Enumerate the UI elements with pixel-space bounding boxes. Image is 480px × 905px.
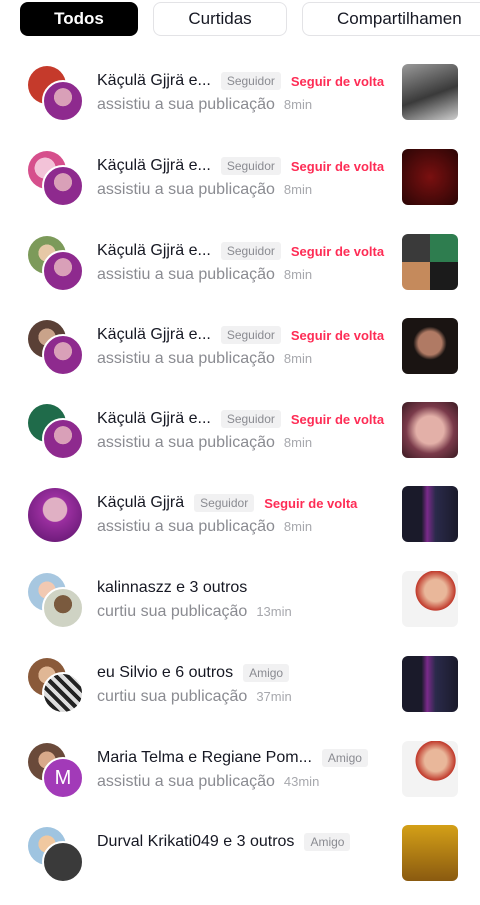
notification-row[interactable]: Käçulä Gjjrä e... Seguidor Seguir de vol… — [0, 314, 480, 398]
relationship-badge: Seguidor — [220, 326, 281, 344]
notification-action: assistiu a sua publicação — [97, 96, 275, 113]
relationship-badge: Amigo — [304, 833, 351, 851]
video-thumbnail[interactable] — [402, 825, 458, 881]
avatar — [42, 841, 84, 883]
notification-action: curtiu sua publicação — [97, 688, 248, 705]
notification-time: 13min — [256, 604, 292, 619]
relationship-badge: Seguidor — [220, 72, 281, 90]
video-thumbnail[interactable] — [402, 486, 458, 542]
notification-row[interactable]: Käçulä Gjjrä e... Seguidor Seguir de vol… — [0, 230, 480, 314]
notification-action: assistiu a sua publicação — [97, 518, 275, 535]
notification-username[interactable]: Käçulä Gjjrä e... — [97, 72, 211, 90]
notification-time: 8min — [283, 519, 313, 534]
avatar-group[interactable]: M — [28, 743, 84, 799]
notification-username[interactable]: kalinnaszz e 3 outros — [97, 579, 247, 597]
video-thumbnail[interactable] — [402, 64, 458, 120]
relationship-badge: Seguidor — [220, 410, 281, 428]
tab-curtidas[interactable]: Curtidas — [153, 2, 287, 36]
video-thumbnail[interactable] — [402, 402, 458, 458]
avatar-group[interactable] — [28, 488, 82, 542]
notification-row[interactable]: Käçulä Gjjrä Seguidor Seguir de volta as… — [0, 482, 480, 566]
notification-username[interactable]: Käçulä Gjjrä e... — [97, 242, 211, 260]
follow-back-button[interactable]: Seguir de volta — [291, 412, 384, 427]
avatar-group[interactable] — [28, 151, 84, 207]
follow-back-button[interactable]: Seguir de volta — [291, 159, 384, 174]
avatar — [42, 80, 84, 122]
notification-username[interactable]: Käçulä Gjjrä e... — [97, 157, 211, 175]
video-thumbnail[interactable] — [402, 741, 458, 797]
notification-time: 37min — [256, 689, 292, 704]
notification-action: curtiu sua publicação — [97, 603, 248, 620]
follow-back-button[interactable]: Seguir de volta — [291, 328, 384, 343]
relationship-badge: Seguidor — [194, 494, 255, 512]
notification-action: assistiu a sua publicação — [97, 434, 275, 451]
notification-time: 8min — [283, 97, 313, 112]
avatar — [42, 250, 84, 292]
notification-time: 8min — [283, 267, 313, 282]
follow-back-button[interactable]: Seguir de volta — [264, 496, 357, 511]
notification-row[interactable]: Käçulä Gjjrä e... Seguidor Seguir de vol… — [0, 398, 480, 482]
notification-username[interactable]: Käçulä Gjjrä e... — [97, 326, 211, 344]
notification-row[interactable]: Durval Krikati049 e 3 outros Amigo — [0, 821, 480, 905]
video-thumbnail[interactable] — [402, 318, 458, 374]
notification-time: 43min — [283, 774, 320, 789]
avatar — [42, 334, 84, 376]
notification-username[interactable]: Maria Telma e Regiane Pom... — [97, 749, 312, 767]
relationship-badge: Seguidor — [220, 157, 281, 175]
notification-time: 8min — [283, 435, 313, 450]
avatar — [42, 587, 84, 629]
avatar — [28, 488, 82, 542]
follow-back-button[interactable]: Seguir de volta — [291, 244, 384, 259]
avatar-group[interactable] — [28, 66, 84, 122]
relationship-badge: Seguidor — [220, 242, 281, 260]
avatar-group[interactable] — [28, 573, 84, 629]
notification-row[interactable]: M Maria Telma e Regiane Pom... Amigo ass… — [0, 737, 480, 821]
tab-todos[interactable]: Todos — [20, 2, 138, 36]
avatar-group[interactable] — [28, 658, 84, 714]
notification-row[interactable]: kalinnaszz e 3 outros curtiu sua publica… — [0, 567, 480, 651]
video-thumbnail[interactable] — [402, 149, 458, 205]
notification-action: assistiu a sua publicação — [97, 266, 275, 283]
avatar — [42, 672, 84, 714]
avatar-group[interactable] — [28, 404, 84, 460]
notification-action: assistiu a sua publicação — [97, 350, 275, 367]
avatar-group[interactable] — [28, 236, 84, 292]
relationship-badge: Amigo — [321, 749, 368, 767]
notification-filter-tabs: Todos Curtidas Compartilhamen — [0, 0, 480, 46]
video-thumbnail[interactable] — [402, 656, 458, 712]
notification-action: assistiu a sua publicação — [97, 181, 275, 198]
avatar — [42, 165, 84, 207]
notification-action: assistiu a sua publicação — [97, 773, 275, 790]
notification-time: 8min — [283, 351, 313, 366]
video-thumbnail[interactable] — [402, 234, 458, 290]
notification-row[interactable]: eu Silvio e 6 outros Amigo curtiu sua pu… — [0, 652, 480, 736]
notification-username[interactable]: Käçulä Gjjrä e... — [97, 410, 211, 428]
notification-username[interactable]: Durval Krikati049 e 3 outros — [97, 833, 294, 851]
avatar-group[interactable] — [28, 320, 84, 376]
avatar — [42, 418, 84, 460]
notification-row[interactable]: Käçulä Gjjrä e... Seguidor Seguir de vol… — [0, 60, 480, 144]
notification-username[interactable]: Käçulä Gjjrä — [97, 494, 184, 512]
notification-username[interactable]: eu Silvio e 6 outros — [97, 664, 233, 682]
avatar: M — [42, 757, 84, 799]
relationship-badge: Amigo — [243, 664, 290, 682]
notification-row[interactable]: Käçulä Gjjrä e... Seguidor Seguir de vol… — [0, 145, 480, 229]
video-thumbnail[interactable] — [402, 571, 458, 627]
avatar-group[interactable] — [28, 827, 84, 883]
tab-compartilhamentos[interactable]: Compartilhamen — [302, 2, 480, 36]
follow-back-button[interactable]: Seguir de volta — [291, 74, 384, 89]
notification-time: 8min — [283, 182, 313, 197]
